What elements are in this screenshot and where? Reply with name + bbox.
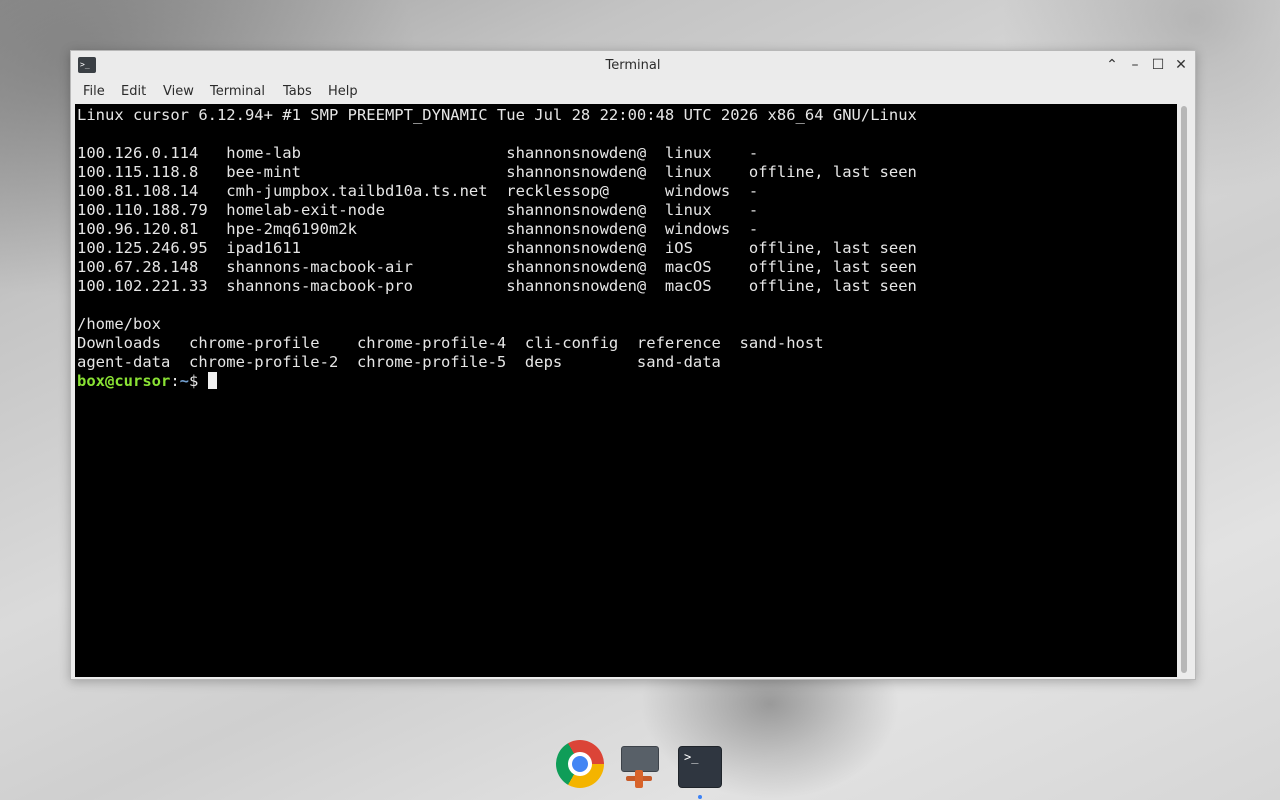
terminal-window: >_ Terminal ⌃ – ☐ ✕ File Edit View Termi… bbox=[70, 50, 1196, 680]
joystick-screen bbox=[621, 746, 659, 772]
text-cursor bbox=[207, 372, 217, 389]
title-bar[interactable]: >_ Terminal ⌃ – ☐ ✕ bbox=[71, 51, 1195, 80]
device-row: 100.115.118.8 bee-mint shannonsnowden@ l… bbox=[77, 163, 917, 181]
device-row: 100.126.0.114 home-lab shannonsnowden@ l… bbox=[77, 144, 759, 162]
menu-file[interactable]: File bbox=[83, 84, 105, 99]
maximize-button[interactable]: ☐ bbox=[1149, 56, 1167, 74]
prompt-line[interactable]: box@cursor:~$ bbox=[77, 372, 217, 391]
close-button[interactable]: ✕ bbox=[1172, 56, 1190, 74]
uname-line: Linux cursor 6.12.94+ #1 SMP PREEMPT_DYN… bbox=[77, 106, 917, 124]
device-row: 100.96.120.81 hpe-2mq6190m2k shannonsnow… bbox=[77, 220, 759, 238]
chevron-up-icon[interactable]: ⌃ bbox=[1103, 56, 1121, 74]
menu-edit[interactable]: Edit bbox=[121, 84, 146, 99]
minimize-button[interactable]: – bbox=[1126, 56, 1144, 74]
prompt-user-host: box@cursor bbox=[77, 372, 171, 390]
ls-row: Downloads chrome-profile chrome-profile-… bbox=[77, 334, 824, 352]
device-row: 100.110.188.79 homelab-exit-node shannon… bbox=[77, 201, 759, 219]
terminal-output[interactable]: Linux cursor 6.12.94+ #1 SMP PREEMPT_DYN… bbox=[75, 104, 1177, 677]
prompt-path: ~ bbox=[179, 372, 190, 390]
terminal-dock-icon[interactable]: >_ bbox=[678, 746, 722, 788]
chrome-icon-ring bbox=[568, 752, 592, 776]
prompt-separator: : bbox=[170, 372, 180, 390]
active-app-indicator bbox=[698, 795, 702, 799]
window-title: Terminal bbox=[605, 58, 661, 73]
menu-tabs[interactable]: Tabs bbox=[283, 84, 312, 99]
menu-view[interactable]: View bbox=[163, 84, 194, 99]
device-row: 100.67.28.148 shannons-macbook-air shann… bbox=[77, 258, 917, 276]
device-row: 100.102.221.33 shannons-macbook-pro shan… bbox=[77, 277, 917, 295]
menu-help[interactable]: Help bbox=[328, 84, 358, 99]
device-row: 100.125.246.95 ipad1611 shannonsnowden@ … bbox=[77, 239, 917, 257]
device-row: 100.81.108.14 cmh-jumpbox.tailbd10a.ts.n… bbox=[77, 182, 759, 200]
prompt-symbol: $ bbox=[189, 372, 208, 390]
menu-bar: File Edit View Terminal Tabs Help bbox=[71, 80, 1195, 104]
terminal-dock-glyph: >_ bbox=[684, 750, 699, 764]
joystick-stick bbox=[635, 770, 643, 788]
scrollbar[interactable] bbox=[1177, 104, 1193, 677]
chrome-icon[interactable] bbox=[556, 740, 604, 788]
scrollbar-thumb[interactable] bbox=[1181, 106, 1187, 673]
chrome-icon-center bbox=[572, 756, 588, 772]
ls-row: agent-data chrome-profile-2 chrome-profi… bbox=[77, 353, 721, 371]
pwd-line: /home/box bbox=[77, 315, 161, 333]
menu-terminal[interactable]: Terminal bbox=[210, 84, 265, 99]
joystick-app-icon[interactable] bbox=[618, 744, 660, 788]
